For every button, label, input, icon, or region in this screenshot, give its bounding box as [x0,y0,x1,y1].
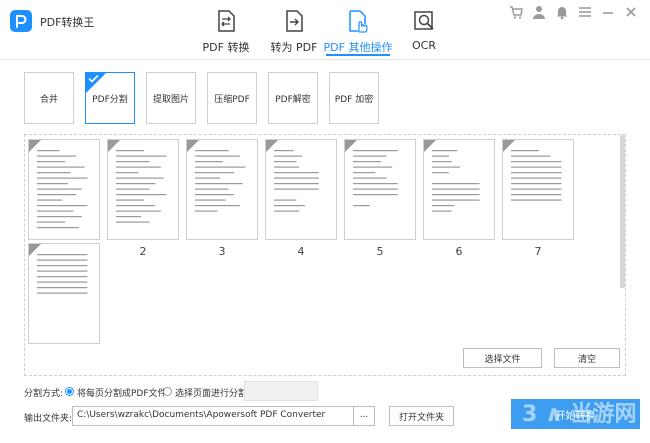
page-range-input[interactable] [244,381,318,401]
pdf-convert-icon [218,10,235,32]
page-thumbnail[interactable] [423,139,495,240]
app-logo [10,10,32,32]
page-thumbnail[interactable] [107,139,179,240]
menu-icon[interactable] [577,4,593,20]
ocr-icon [414,11,434,30]
button-label: 打开文件夹 [398,412,444,423]
option-select-pages-label[interactable]: 选择页面进行分割 [175,386,247,399]
page-number: 4 [297,245,305,258]
merge-button[interactable]: 合并 [24,72,74,124]
page-content-preview [274,150,319,212]
page-number: 2 [139,245,147,258]
button-label: PDF 加密 [334,94,374,105]
page-content-preview [37,150,88,229]
page-number: 5 [376,245,384,258]
pdf-decrypt-button[interactable]: PDF解密 [268,72,318,124]
cart-icon[interactable] [508,4,524,20]
select-file-button[interactable]: 选择文件 [463,348,542,368]
browse-button[interactable]: ... [353,406,375,426]
page-content-preview [37,254,88,294]
app-header: PDF转换王 PDF 转换 转为 PDF PDF 其他操作 OCR [0,0,650,60]
extract-images-button[interactable]: 提取图片 [146,72,196,124]
tab-label: OCR [412,39,436,52]
page-thumbnail[interactable] [28,243,100,344]
button-label: 开始转换 [555,410,596,422]
close-icon[interactable] [623,4,639,20]
open-folder-button[interactable]: 打开文件夹 [389,406,454,426]
clear-button[interactable]: 清空 [554,348,620,368]
app-title: PDF转换王 [40,16,95,29]
page-number: 3 [218,245,226,258]
page-number: 6 [455,245,463,258]
radio-select-pages[interactable] [163,387,172,396]
button-label: 提取图片 [152,94,189,105]
page-thumbnail[interactable] [344,139,416,240]
tab-label: PDF 其他操作 [323,41,393,54]
page-thumbnail[interactable] [186,139,258,240]
logo-p-icon [16,15,27,28]
output-path-field[interactable]: C:\Users\wzrakc\Documents\Apowersoft PDF… [72,406,354,426]
button-label: 清空 [577,354,596,365]
tab-label: 转为 PDF [270,41,318,54]
pdf-split-button[interactable]: PDF分割 [85,72,135,124]
button-label: 合并 [39,94,58,105]
tab-ocr[interactable]: OCR [402,0,446,60]
page-thumbnail[interactable] [28,139,100,240]
compress-pdf-button[interactable]: 压缩PDF [207,72,257,124]
start-convert-button[interactable]: 开始转换 [511,399,640,429]
page-content-preview [116,150,167,223]
page-content-preview [511,150,562,201]
to-pdf-icon [286,10,303,32]
page-thumbnail[interactable] [265,139,337,240]
pdf-encrypt-button[interactable]: PDF 加密 [329,72,379,124]
page-number: 7 [534,245,542,258]
page-content-preview [353,150,398,207]
radio-each-page[interactable] [65,387,74,396]
thumbnails-scrollbar[interactable] [620,135,625,288]
tab-label: PDF 转换 [202,41,250,54]
button-label: 压缩PDF [214,94,250,105]
active-tab-underline [326,54,390,56]
page-content-preview [195,150,246,212]
option-each-page-label[interactable]: 将每页分割成PDF文件 [77,386,167,399]
tab-pdf-other[interactable]: PDF 其他操作 [322,0,394,60]
output-folder-label: 输出文件夹: [24,414,73,424]
tab-pdf-convert[interactable]: PDF 转换 [198,0,254,60]
bell-icon[interactable] [554,4,570,20]
minimize-icon[interactable] [600,4,616,20]
split-method-label: 分割方式: [24,389,64,399]
page-content-preview [432,150,480,212]
check-icon [88,74,99,83]
user-icon[interactable] [531,4,547,20]
button-label: 选择文件 [484,354,521,365]
tab-to-pdf[interactable]: 转为 PDF [266,0,322,60]
button-label: PDF解密 [275,94,311,105]
pdf-edit-icon [349,10,368,33]
page-thumbnail[interactable] [502,139,574,240]
